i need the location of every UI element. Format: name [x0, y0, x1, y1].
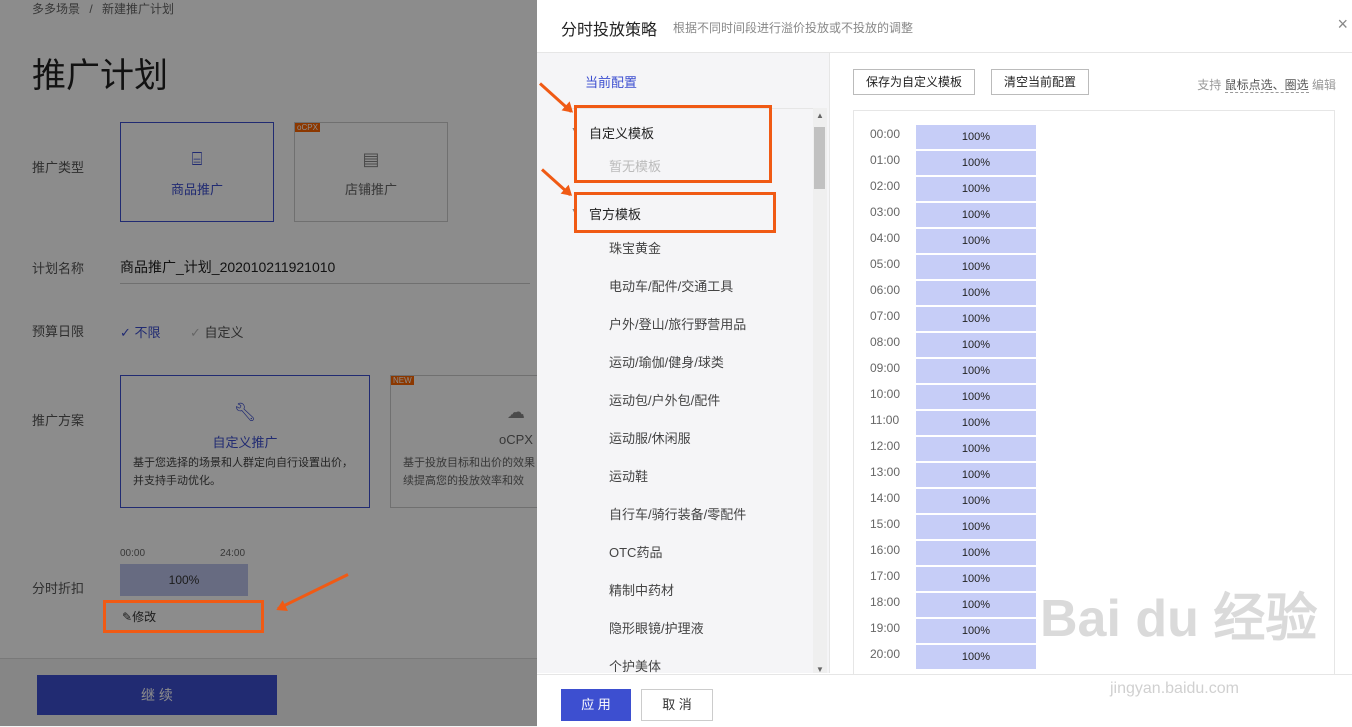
hour-cell[interactable]: 100% — [916, 463, 1036, 487]
hour-cell[interactable]: 100% — [916, 359, 1036, 383]
highlight-official-group — [574, 192, 776, 233]
hour-cell[interactable]: 100% — [916, 541, 1036, 565]
hour-cell[interactable]: 100% — [916, 411, 1036, 435]
hour-cell[interactable]: 100% — [916, 255, 1036, 279]
hour-cell[interactable]: 100% — [916, 203, 1036, 227]
current-config-link[interactable]: 当前配置 — [585, 72, 637, 91]
hour-label: 03:00 — [870, 205, 901, 219]
hour-label: 20:00 — [870, 647, 901, 661]
hour-cell[interactable]: 100% — [916, 307, 1036, 331]
hour-label: 08:00 — [870, 335, 901, 349]
hour-label: 05:00 — [870, 257, 901, 271]
save-template-button[interactable]: 保存为自定义模板 — [853, 69, 976, 95]
hour-cell[interactable]: 100% — [916, 177, 1036, 201]
hour-cell[interactable]: 100% — [916, 229, 1036, 253]
clear-config-button[interactable]: 清空当前配置 — [991, 69, 1090, 95]
hour-label: 00:00 — [870, 127, 901, 141]
drawer-title: 分时投放策略 — [561, 22, 658, 39]
hint-prefix: 支持 — [1197, 78, 1222, 92]
template-item[interactable]: 精制中药材 — [609, 580, 674, 599]
hour-cell[interactable]: 100% — [916, 515, 1036, 539]
hour-label: 09:00 — [870, 361, 901, 375]
template-item[interactable]: 运动包/户外包/配件 — [609, 390, 720, 409]
hour-cell[interactable]: 100% — [916, 281, 1036, 305]
hour-label: 06:00 — [870, 283, 901, 297]
template-item[interactable]: 运动服/休闲服 — [609, 428, 691, 447]
scroll-up-icon[interactable]: ▲ — [816, 111, 824, 120]
sidebar-scrollbar[interactable] — [813, 108, 827, 673]
hour-label: 04:00 — [870, 231, 901, 245]
hint-suffix: 编辑 — [1311, 78, 1336, 92]
hour-label: 18:00 — [870, 595, 901, 609]
apply-button[interactable]: 应 用 — [561, 689, 631, 721]
hour-label: 14:00 — [870, 491, 901, 505]
close-icon[interactable]: × — [1337, 14, 1348, 35]
template-item[interactable]: 隐形眼镜/护理液 — [609, 618, 704, 637]
hour-cell[interactable]: 100% — [916, 619, 1036, 643]
hour-cell[interactable]: 100% — [916, 125, 1036, 149]
drawer-header: 分时投放策略 根据不同时间段进行溢价投放或不投放的调整 × — [537, 0, 1352, 53]
hour-cell[interactable]: 100% — [916, 593, 1036, 617]
hint-mode: 鼠标点选、圈选 — [1224, 78, 1309, 93]
watermark-url: jingyan.baidu.com — [1110, 680, 1239, 697]
hour-label: 02:00 — [870, 179, 901, 193]
template-item[interactable]: 运动/瑜伽/健身/球类 — [609, 352, 724, 371]
hour-cell[interactable]: 100% — [916, 385, 1036, 409]
scrollbar-thumb[interactable] — [814, 127, 825, 189]
template-item[interactable]: 个护美体 — [609, 656, 661, 675]
hour-cell[interactable]: 100% — [916, 333, 1036, 357]
hour-label: 16:00 — [870, 543, 901, 557]
hour-label: 11:00 — [870, 413, 900, 427]
hour-label: 12:00 — [870, 439, 901, 453]
scroll-down-icon[interactable]: ▼ — [816, 665, 824, 674]
hour-cell[interactable]: 100% — [916, 567, 1036, 591]
edit-hint: 支持 鼠标点选、圈选 编辑 — [1197, 76, 1336, 93]
hour-label: 10:00 — [870, 387, 901, 401]
highlight-custom-group — [574, 105, 772, 183]
hour-label: 13:00 — [870, 465, 901, 479]
highlight-edit-link — [103, 600, 264, 633]
template-item[interactable]: 运动鞋 — [609, 466, 648, 485]
template-item[interactable]: 自行车/骑行装备/零配件 — [609, 504, 746, 523]
watermark-logo: Bai du 经验 — [1040, 590, 1318, 648]
hour-cell[interactable]: 100% — [916, 437, 1036, 461]
template-item[interactable]: OTC药品 — [609, 542, 662, 561]
modal-overlay[interactable] — [0, 0, 537, 726]
hour-label: 19:00 — [870, 621, 901, 635]
drawer-subtitle: 根据不同时间段进行溢价投放或不投放的调整 — [673, 21, 914, 35]
template-item[interactable]: 电动车/配件/交通工具 — [609, 276, 733, 295]
hour-cell[interactable]: 100% — [916, 645, 1036, 669]
hour-label: 15:00 — [870, 517, 901, 531]
hour-label: 07:00 — [870, 309, 901, 323]
cancel-button[interactable]: 取 消 — [641, 689, 713, 721]
template-item[interactable]: 珠宝黄金 — [609, 238, 661, 257]
hour-label: 17:00 — [870, 569, 901, 583]
hour-cell[interactable]: 100% — [916, 151, 1036, 175]
hour-label: 01:00 — [870, 153, 901, 167]
template-item[interactable]: 户外/登山/旅行野营用品 — [609, 314, 746, 333]
hour-cell[interactable]: 100% — [916, 489, 1036, 513]
